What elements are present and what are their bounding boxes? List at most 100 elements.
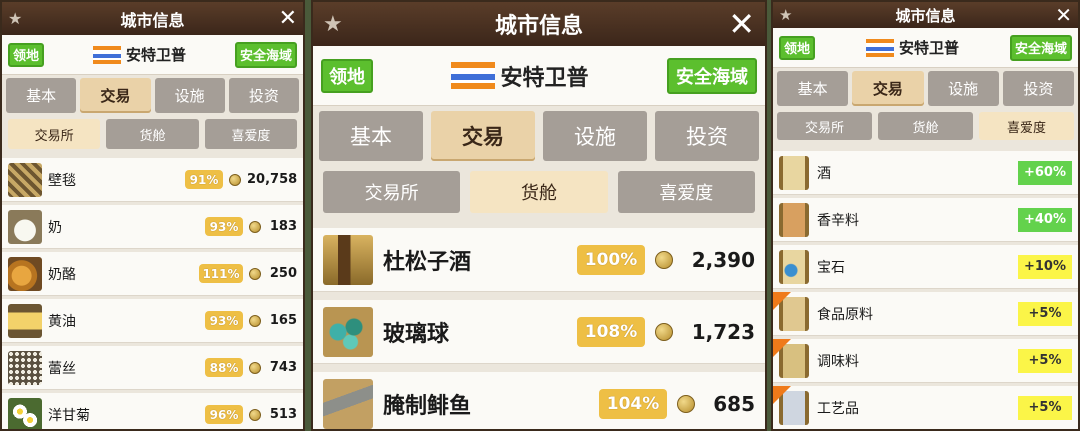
subtab-cargo[interactable]: 货舱 — [470, 171, 608, 213]
title-bar: ★ 城市信息 ✕ — [2, 2, 303, 35]
subtab-favorability[interactable]: 喜爱度 — [979, 112, 1074, 140]
tab-investment[interactable]: 投资 — [655, 111, 759, 161]
tab-trade[interactable]: 交易 — [80, 78, 151, 113]
city-name-label: 安特卫普 — [898, 39, 959, 57]
tab-basic[interactable]: 基本 — [6, 78, 77, 113]
coin-icon — [655, 322, 673, 341]
tab-investment[interactable]: 投资 — [1002, 71, 1074, 106]
sub-tabs: 交易所 货舱 喜爱度 — [313, 166, 765, 218]
list-item[interactable]: 杜松子酒 100% 2,390 — [313, 228, 765, 292]
coin-icon — [229, 173, 241, 186]
price-percent: 93% — [205, 311, 243, 330]
list-item[interactable]: 壁毯 91% 20,758 — [2, 158, 303, 202]
tab-basic[interactable]: 基本 — [319, 111, 423, 161]
item-name: 调味料 — [817, 353, 859, 370]
list-item[interactable]: 玻璃球 108% 1,723 — [313, 300, 765, 364]
favorability-value: +60% — [1018, 160, 1072, 185]
favorability-value: +5% — [1018, 395, 1072, 420]
scroll-wine-icon — [779, 155, 809, 190]
close-icon[interactable]: ✕ — [1055, 3, 1072, 27]
main-tabs: 基本 交易 设施 投资 — [313, 106, 765, 166]
favorability-list: 酒 +60% 香辛料 +40% 宝石 +10% 食品原料 +5% 调味料 +5% — [773, 151, 1078, 429]
list-item[interactable]: 宝石 +10% — [773, 245, 1078, 289]
territory-badge: 领地 — [8, 42, 44, 67]
list-item[interactable]: 腌制鲱鱼 104% 685 — [313, 372, 765, 429]
favorability-value: +5% — [1018, 348, 1072, 373]
safe-waters-badge: 安全海域 — [234, 41, 297, 68]
goods-list: 壁毯 91% 20,758 奶 93% 183 奶酪 111% 250 黄油 9… — [2, 158, 303, 429]
tab-basic[interactable]: 基本 — [777, 71, 849, 106]
scroll-spice-icon — [779, 202, 809, 237]
list-item[interactable]: 洋甘菊 96% 513 — [2, 393, 303, 429]
list-item[interactable]: 香辛料 +40% — [773, 198, 1078, 242]
item-name: 奶酪 — [48, 266, 76, 283]
antwerp-flag-icon — [865, 38, 894, 57]
territory-badge: 领地 — [779, 35, 815, 60]
subtab-exchange[interactable]: 交易所 — [777, 112, 872, 140]
item-name: 食品原料 — [817, 306, 873, 323]
safe-waters-badge: 安全海域 — [1009, 34, 1072, 61]
main-tabs: 基本 交易 设施 投资 — [2, 75, 303, 116]
list-item[interactable]: 调味料 +5% — [773, 339, 1078, 383]
antwerp-flag-icon — [451, 62, 496, 89]
item-price: 685 — [713, 391, 755, 416]
tab-trade[interactable]: 交易 — [431, 111, 535, 161]
title-bar: ★ 城市信息 ✕ — [773, 2, 1078, 28]
item-name: 奶 — [48, 219, 62, 236]
subtab-exchange[interactable]: 交易所 — [323, 171, 461, 213]
favorability-value: +5% — [1018, 301, 1072, 326]
item-price: 183 — [269, 219, 297, 234]
tab-facilities[interactable]: 设施 — [154, 78, 225, 113]
main-tabs: 基本 交易 设施 投资 — [773, 68, 1078, 109]
tapestry-icon — [8, 162, 42, 197]
tab-facilities[interactable]: 设施 — [543, 111, 647, 161]
price-percent: 91% — [185, 170, 223, 189]
item-price: 165 — [269, 313, 297, 328]
subtab-favorability[interactable]: 喜爱度 — [617, 171, 755, 213]
safe-waters-badge: 安全海域 — [666, 57, 757, 94]
coin-icon — [655, 250, 673, 269]
item-name: 玻璃球 — [383, 321, 450, 347]
price-percent: 111% — [199, 264, 243, 283]
tab-investment[interactable]: 投资 — [228, 78, 299, 113]
chamomile-icon — [8, 397, 42, 429]
item-price: 250 — [269, 266, 297, 281]
milk-icon — [8, 209, 42, 244]
subtab-cargo[interactable]: 货舱 — [878, 112, 973, 140]
item-name: 酒 — [817, 165, 831, 182]
favorability-value: +40% — [1018, 207, 1072, 232]
list-item[interactable]: 蕾丝 88% 743 — [2, 346, 303, 390]
item-price: 1,723 — [691, 319, 755, 344]
tab-trade[interactable]: 交易 — [852, 71, 924, 106]
list-item[interactable]: 食品原料 +5% — [773, 292, 1078, 336]
price-percent: 100% — [577, 244, 645, 275]
item-name: 工艺品 — [817, 400, 859, 417]
close-icon[interactable]: ✕ — [279, 6, 297, 31]
item-name: 香辛料 — [817, 212, 859, 229]
sub-tabs: 交易所 货舱 喜爱度 — [773, 109, 1078, 143]
city-header: 领地 安特卫普 安全海域 — [313, 46, 765, 106]
list-item[interactable]: 黄油 93% 165 — [2, 299, 303, 343]
subtab-favorability[interactable]: 喜爱度 — [204, 119, 297, 149]
city-name-label: 安特卫普 — [500, 65, 589, 91]
list-item[interactable]: 奶 93% 183 — [2, 205, 303, 249]
territory-badge: 领地 — [321, 58, 373, 93]
coin-icon — [249, 220, 261, 233]
subtab-cargo[interactable]: 货舱 — [106, 119, 199, 149]
subtab-exchange[interactable]: 交易所 — [8, 119, 101, 149]
list-item[interactable]: 工艺品 +5% — [773, 386, 1078, 429]
new-corner-badge — [773, 339, 791, 357]
city-info-panel-cargo: ★ 城市信息 ✕ 领地 安特卫普 安全海域 基本 交易 设施 投资 交易所 货舱… — [311, 0, 767, 431]
price-percent: 108% — [577, 316, 645, 347]
list-item[interactable]: 酒 +60% — [773, 151, 1078, 195]
tab-facilities[interactable]: 设施 — [927, 71, 999, 106]
city-name: 安特卫普 — [451, 60, 589, 92]
city-info-panel-favorability: ★ 城市信息 ✕ 领地 安特卫普 安全海域 基本 交易 设施 投资 交易所 货舱… — [771, 0, 1080, 431]
sub-tabs: 交易所 货舱 喜爱度 — [2, 116, 303, 152]
favorite-star-icon[interactable]: ★ — [8, 9, 22, 28]
list-item[interactable]: 奶酪 111% 250 — [2, 252, 303, 296]
cheese-icon — [8, 256, 42, 291]
favorite-star-icon[interactable]: ★ — [323, 12, 343, 37]
close-icon[interactable]: ✕ — [728, 5, 755, 43]
favorite-star-icon[interactable]: ★ — [779, 6, 792, 24]
